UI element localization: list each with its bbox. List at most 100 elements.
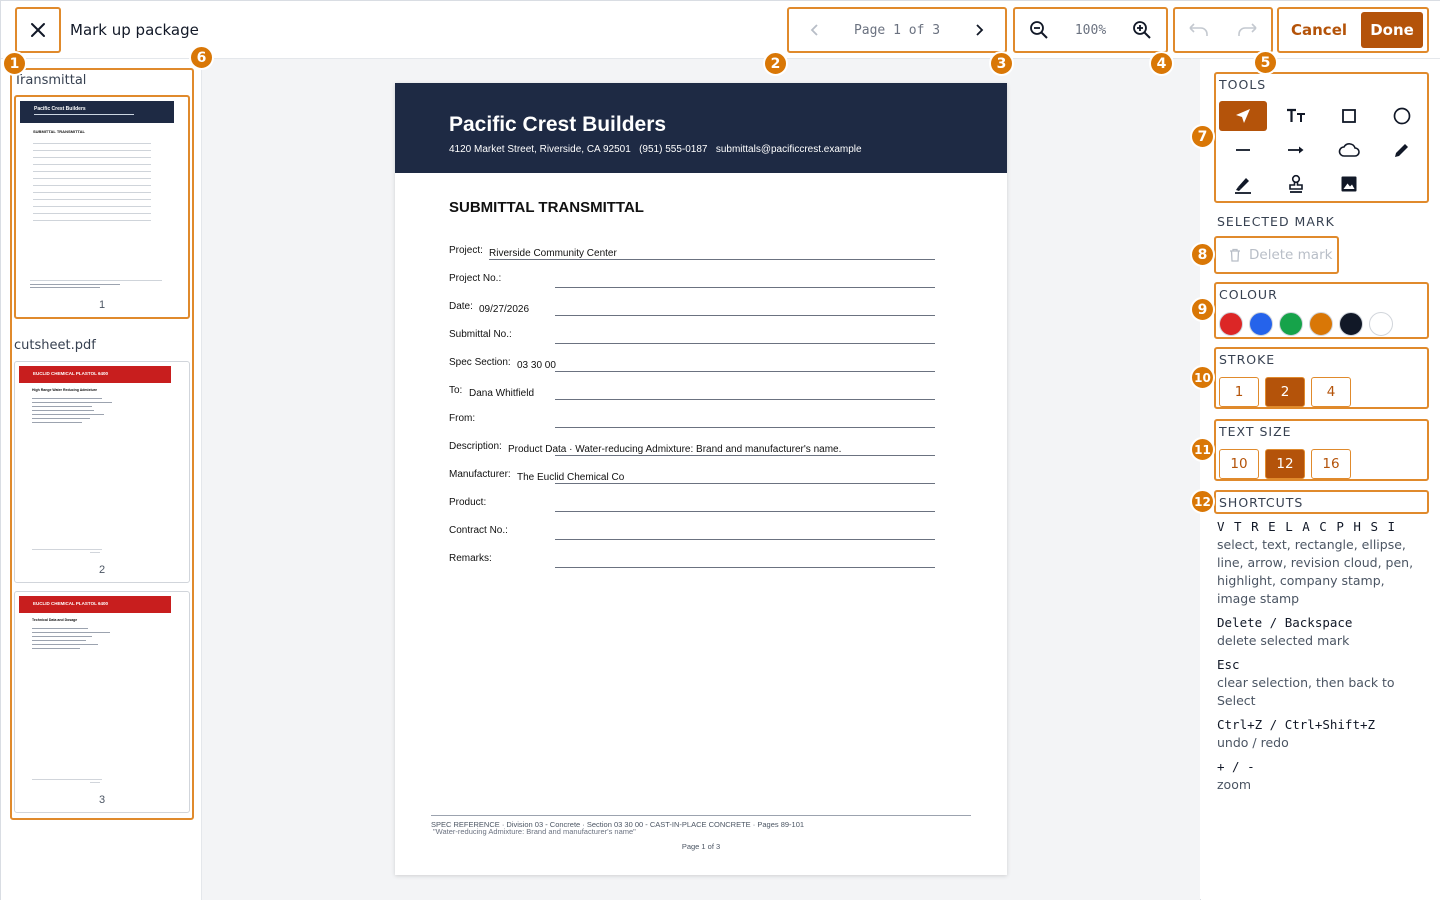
shortcut-keys: Ctrl+Z / Ctrl+Shift+Z [1217,717,1376,732]
company-name: Pacific Crest Builders [449,113,667,136]
field-label: Contract No.: [449,525,508,536]
mini-footer-text [32,549,102,550]
mini-text [32,406,92,407]
page-thumbnail-sidebar: Transmittal Pacific Crest Builders SUBMI… [1,59,202,900]
thumbnail-page-2[interactable]: EUCLID CHEMICAL PLASTOL 6400 High Range … [14,361,190,583]
field-rule [555,539,935,540]
tool-grid [1219,101,1426,199]
mini-rule [33,171,151,172]
document-title: SUBMITTAL TRANSMITTAL [449,199,644,216]
chevron-right-icon [976,24,984,36]
field-label: To: [449,385,463,396]
thumbnail-page-3[interactable]: EUCLID CHEMICAL PLASTOL 6400 Technical D… [14,591,190,813]
callout-badge-12: 12 [1190,489,1215,514]
mini-rule [33,213,151,214]
mini-footer-text [32,779,102,780]
tool-highlight-button[interactable] [1219,169,1267,199]
text-size-option-12[interactable]: 12 [1265,449,1305,479]
mini-banner-text: EUCLID CHEMICAL PLASTOL 6400 [33,371,109,376]
next-page-button[interactable] [965,16,993,44]
stroke-option-1[interactable]: 1 [1219,377,1259,407]
shortcuts-section: SHORTCUTS [1214,490,1429,514]
callout-badge-2: 2 [763,51,788,76]
zoom-out-button[interactable] [1025,16,1053,44]
form-field-manufacturer: Manufacturer: The Euclid Chemical Co [449,469,935,485]
mini-rule [33,185,151,186]
section-label: SHORTCUTS [1219,495,1304,510]
markup-app: Mark up package Page 1 of 3 100% Cancel … [0,0,1440,900]
field-value: 03 30 00 [517,360,556,371]
tool-line-button[interactable] [1219,135,1267,165]
cancel-button[interactable]: Cancel [1283,13,1356,47]
colour-swatch-black[interactable] [1339,312,1363,336]
delete-mark-button[interactable]: Delete mark [1214,236,1339,274]
stroke-option-2[interactable]: 2 [1265,377,1305,407]
done-button[interactable]: Done [1361,12,1423,48]
mini-header: Pacific Crest Builders [20,101,174,123]
zoom-out-icon [1030,21,1048,39]
text-size-options: 10 12 16 [1219,449,1351,479]
tool-image-stamp-button[interactable] [1325,169,1373,199]
colour-swatch-white[interactable] [1369,312,1393,336]
colour-swatch-orange[interactable] [1309,312,1333,336]
callout-badge-7: 7 [1190,124,1215,149]
shortcut-keys: Delete / Backspace [1217,615,1353,630]
thumbnail-page-number: 1 [98,299,106,311]
thumbnail-page-number: 3 [98,794,106,806]
field-value: Dana Whitfield [469,388,535,399]
image-icon [1341,176,1357,192]
mini-footer-text [90,552,100,553]
tool-pen-button[interactable] [1378,135,1426,165]
undo-button[interactable] [1185,16,1213,44]
tool-select-button[interactable] [1219,101,1267,131]
field-rule [555,427,935,428]
document-page[interactable]: Pacific Crest Builders 4120 Market Stree… [395,83,1007,875]
mini-text [32,422,82,423]
tools-section: TOOLS [1214,72,1429,203]
tool-arrow-button[interactable] [1272,135,1320,165]
dialog-actions: Cancel Done [1277,7,1429,53]
document-canvas[interactable]: Pacific Crest Builders 4120 Market Stree… [202,59,1200,900]
form-field-project-no: Project No.: [449,273,935,289]
close-icon [31,23,45,37]
page-navigator: Page 1 of 3 [787,7,1007,53]
prev-page-button[interactable] [801,16,829,44]
redo-button[interactable] [1233,16,1261,44]
mini-rule [33,206,151,207]
text-size-option-10[interactable]: 10 [1219,449,1259,479]
zoom-in-button[interactable] [1128,16,1156,44]
top-toolbar: Mark up package Page 1 of 3 100% Cancel … [1,1,1440,59]
field-label: Spec Section: [449,357,511,368]
colour-swatch-red[interactable] [1219,312,1243,336]
stroke-option-4[interactable]: 4 [1311,377,1351,407]
thumbnail-page-1[interactable]: Pacific Crest Builders SUBMITTAL TRANSMI… [14,95,190,319]
colour-swatch-blue[interactable] [1249,312,1273,336]
footer-note: "Water-reducing Admixture: Brand and man… [433,827,636,836]
mini-title: SUBMITTAL TRANSMITTAL [33,129,85,134]
markup-tools-panel: TOOLS SELECTED MARK Delete mark COLOUR S… [1201,59,1440,900]
field-rule [555,483,935,484]
text-size-icon [1287,108,1305,122]
field-label: Description: [449,441,502,452]
form-field-from: From: [449,413,935,429]
shortcut-keys: + / - [1217,759,1255,774]
close-button[interactable] [15,7,61,53]
field-value: Product Data · Water-reducing Admixture:… [508,444,842,455]
tool-company-stamp-button[interactable] [1272,169,1320,199]
mini-rule [33,220,151,221]
shortcut-keys: V T R E L A C P H S I [1217,519,1397,534]
tool-ellipse-button[interactable] [1378,101,1426,131]
colour-swatch-green[interactable] [1279,312,1303,336]
form-field-remarks: Remarks: [449,553,935,569]
text-size-option-16[interactable]: 16 [1311,449,1351,479]
tool-rectangle-button[interactable] [1325,101,1373,131]
mini-rule [33,157,151,158]
section-label: TEXT SIZE [1219,424,1292,439]
mini-text [32,414,104,415]
tool-revision-cloud-button[interactable] [1325,135,1373,165]
stamp-icon [1289,174,1303,193]
tool-text-button[interactable] [1272,101,1320,131]
form-field-contract-no: Contract No.: [449,525,935,541]
field-rule [555,315,935,316]
circle-icon [1393,107,1411,125]
